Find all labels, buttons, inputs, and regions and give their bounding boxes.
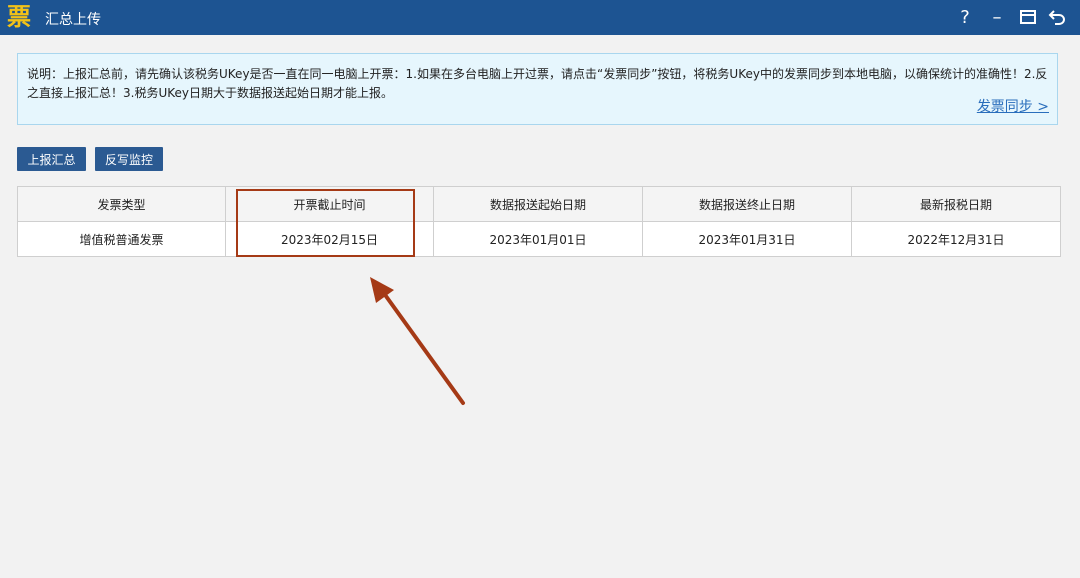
minimize-icon[interactable]: – bbox=[985, 4, 1009, 30]
arrow-head bbox=[370, 277, 394, 303]
cell-latest-tax-date: 2022年12月31日 bbox=[851, 221, 1061, 257]
arrow-shaft bbox=[381, 290, 465, 405]
back-glyph bbox=[1048, 10, 1065, 25]
help-icon[interactable]: ? bbox=[953, 4, 977, 30]
maximize-icon[interactable] bbox=[1016, 4, 1040, 30]
notice-text: 说明：上报汇总前，请先确认该税务UKey是否一直在同一电脑上开票：1.如果在多台… bbox=[27, 67, 1048, 100]
window-title: 汇总上传 bbox=[45, 12, 101, 28]
invoice-logo-icon: 票 bbox=[7, 3, 31, 31]
maximize-glyph bbox=[1020, 10, 1036, 24]
header-latest-tax-date: 最新报税日期 bbox=[851, 186, 1061, 222]
cell-invoice-type: 增值税普通发票 bbox=[17, 221, 226, 257]
notice-panel: 说明：上报汇总前，请先确认该税务UKey是否一直在同一电脑上开票：1.如果在多台… bbox=[17, 53, 1058, 125]
cell-report-start-date: 2023年01月01日 bbox=[433, 221, 643, 257]
title-bar: 票 汇总上传 ? – bbox=[0, 0, 1080, 35]
report-summary-button[interactable]: 上报汇总 bbox=[17, 147, 86, 171]
header-report-start-date: 数据报送起始日期 bbox=[433, 186, 643, 222]
back-icon[interactable] bbox=[1045, 4, 1069, 30]
table-row[interactable]: 增值税普通发票 2023年02月15日 2023年01月01日 2023年01月… bbox=[17, 221, 1061, 257]
header-issue-deadline: 开票截止时间 bbox=[225, 186, 434, 222]
cell-report-end-date: 2023年01月31日 bbox=[642, 221, 852, 257]
invoice-sync-link[interactable]: 发票同步 > bbox=[977, 98, 1049, 117]
table-header-row: 发票类型 开票截止时间 数据报送起始日期 数据报送终止日期 最新报税日期 bbox=[17, 186, 1061, 222]
writeback-monitor-button[interactable]: 反写监控 bbox=[95, 147, 163, 171]
header-invoice-type: 发票类型 bbox=[17, 186, 226, 222]
header-report-end-date: 数据报送终止日期 bbox=[642, 186, 852, 222]
cell-issue-deadline: 2023年02月15日 bbox=[225, 221, 434, 257]
summary-table: 发票类型 开票截止时间 数据报送起始日期 数据报送终止日期 最新报税日期 增值税… bbox=[17, 186, 1061, 257]
